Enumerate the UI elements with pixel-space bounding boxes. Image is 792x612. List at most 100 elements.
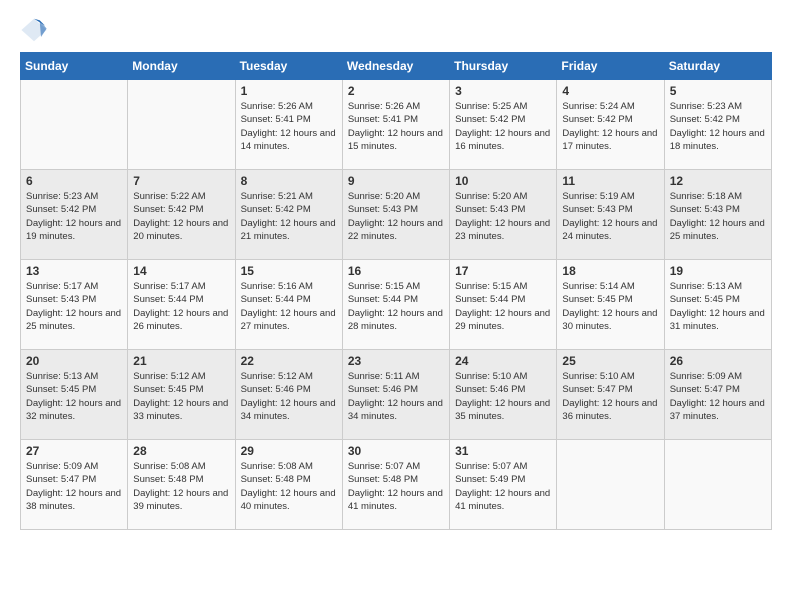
- logo: [20, 16, 52, 44]
- day-info: Sunrise: 5:10 AM Sunset: 5:47 PM Dayligh…: [562, 370, 658, 423]
- day-number: 11: [562, 174, 658, 188]
- calendar-cell: 31 Sunrise: 5:07 AM Sunset: 5:49 PM Dayli…: [450, 440, 557, 530]
- day-info: Sunrise: 5:15 AM Sunset: 5:44 PM Dayligh…: [348, 280, 444, 333]
- day-number: 13: [26, 264, 122, 278]
- day-info: Sunrise: 5:08 AM Sunset: 5:48 PM Dayligh…: [241, 460, 337, 513]
- calendar-cell: 17 Sunrise: 5:15 AM Sunset: 5:44 PM Dayli…: [450, 260, 557, 350]
- day-number: 3: [455, 84, 551, 98]
- day-number: 2: [348, 84, 444, 98]
- day-info: Sunrise: 5:25 AM Sunset: 5:42 PM Dayligh…: [455, 100, 551, 153]
- day-info: Sunrise: 5:11 AM Sunset: 5:46 PM Dayligh…: [348, 370, 444, 423]
- calendar-cell: 1 Sunrise: 5:26 AM Sunset: 5:41 PM Daylig…: [235, 80, 342, 170]
- calendar-cell: 26Sunrise: 5:09 AM Sunset: 5:47 PM Dayli…: [664, 350, 771, 440]
- day-info: Sunrise: 5:22 AM Sunset: 5:42 PM Dayligh…: [133, 190, 229, 243]
- weekday-header: Sunday: [21, 53, 128, 80]
- day-number: 10: [455, 174, 551, 188]
- calendar-cell: 12Sunrise: 5:18 AM Sunset: 5:43 PM Dayli…: [664, 170, 771, 260]
- calendar-body: 1 Sunrise: 5:26 AM Sunset: 5:41 PM Daylig…: [21, 80, 772, 530]
- day-number: 31: [455, 444, 551, 458]
- page-header: [20, 16, 772, 44]
- calendar-cell: 10Sunrise: 5:20 AM Sunset: 5:43 PM Dayli…: [450, 170, 557, 260]
- day-info: Sunrise: 5:17 AM Sunset: 5:44 PM Dayligh…: [133, 280, 229, 333]
- calendar-cell: 13 Sunrise: 5:17 AM Sunset: 5:43 PM Dayli…: [21, 260, 128, 350]
- calendar-cell: 16Sunrise: 5:15 AM Sunset: 5:44 PM Dayli…: [342, 260, 449, 350]
- day-number: 15: [241, 264, 337, 278]
- weekday-header: Saturday: [664, 53, 771, 80]
- day-info: Sunrise: 5:08 AM Sunset: 5:48 PM Dayligh…: [133, 460, 229, 513]
- calendar-cell: [664, 440, 771, 530]
- calendar-cell: 15 Sunrise: 5:16 AM Sunset: 5:44 PM Dayli…: [235, 260, 342, 350]
- calendar-cell: 19 Sunrise: 5:13 AM Sunset: 5:45 PM Dayli…: [664, 260, 771, 350]
- day-info: Sunrise: 5:24 AM Sunset: 5:42 PM Dayligh…: [562, 100, 658, 153]
- day-number: 18: [562, 264, 658, 278]
- day-number: 29: [241, 444, 337, 458]
- day-info: Sunrise: 5:21 AM Sunset: 5:42 PM Dayligh…: [241, 190, 337, 243]
- weekday-row: SundayMondayTuesdayWednesdayThursdayFrid…: [21, 53, 772, 80]
- weekday-header: Wednesday: [342, 53, 449, 80]
- calendar-table: SundayMondayTuesdayWednesdayThursdayFrid…: [20, 52, 772, 530]
- day-info: Sunrise: 5:12 AM Sunset: 5:45 PM Dayligh…: [133, 370, 229, 423]
- day-number: 30: [348, 444, 444, 458]
- calendar-cell: 14 Sunrise: 5:17 AM Sunset: 5:44 PM Dayli…: [128, 260, 235, 350]
- day-info: Sunrise: 5:16 AM Sunset: 5:44 PM Dayligh…: [241, 280, 337, 333]
- calendar-header: SundayMondayTuesdayWednesdayThursdayFrid…: [21, 53, 772, 80]
- weekday-header: Friday: [557, 53, 664, 80]
- calendar-cell: 9 Sunrise: 5:20 AM Sunset: 5:43 PM Daylig…: [342, 170, 449, 260]
- day-number: 25: [562, 354, 658, 368]
- weekday-header: Tuesday: [235, 53, 342, 80]
- calendar-cell: 22Sunrise: 5:12 AM Sunset: 5:46 PM Dayli…: [235, 350, 342, 440]
- calendar-cell: 20 Sunrise: 5:13 AM Sunset: 5:45 PM Dayli…: [21, 350, 128, 440]
- calendar-cell: 8 Sunrise: 5:21 AM Sunset: 5:42 PM Daylig…: [235, 170, 342, 260]
- calendar-cell: 21Sunrise: 5:12 AM Sunset: 5:45 PM Dayli…: [128, 350, 235, 440]
- calendar-cell: [21, 80, 128, 170]
- day-info: Sunrise: 5:07 AM Sunset: 5:49 PM Dayligh…: [455, 460, 551, 513]
- calendar-cell: 2 Sunrise: 5:26 AM Sunset: 5:41 PM Daylig…: [342, 80, 449, 170]
- day-info: Sunrise: 5:20 AM Sunset: 5:43 PM Dayligh…: [348, 190, 444, 243]
- calendar-cell: [557, 440, 664, 530]
- calendar-cell: 7 Sunrise: 5:22 AM Sunset: 5:42 PM Daylig…: [128, 170, 235, 260]
- day-info: Sunrise: 5:15 AM Sunset: 5:44 PM Dayligh…: [455, 280, 551, 333]
- day-info: Sunrise: 5:26 AM Sunset: 5:41 PM Dayligh…: [348, 100, 444, 153]
- day-number: 7: [133, 174, 229, 188]
- calendar-cell: 18 Sunrise: 5:14 AM Sunset: 5:45 PM Dayli…: [557, 260, 664, 350]
- day-info: Sunrise: 5:26 AM Sunset: 5:41 PM Dayligh…: [241, 100, 337, 153]
- calendar-cell: 11 Sunrise: 5:19 AM Sunset: 5:43 PM Dayli…: [557, 170, 664, 260]
- logo-icon: [20, 16, 48, 44]
- calendar-week: 13 Sunrise: 5:17 AM Sunset: 5:43 PM Dayli…: [21, 260, 772, 350]
- day-info: Sunrise: 5:07 AM Sunset: 5:48 PM Dayligh…: [348, 460, 444, 513]
- day-number: 12: [670, 174, 766, 188]
- day-number: 19: [670, 264, 766, 278]
- weekday-header: Thursday: [450, 53, 557, 80]
- calendar-cell: 30 Sunrise: 5:07 AM Sunset: 5:48 PM Dayli…: [342, 440, 449, 530]
- calendar-cell: 28 Sunrise: 5:08 AM Sunset: 5:48 PM Dayli…: [128, 440, 235, 530]
- day-info: Sunrise: 5:09 AM Sunset: 5:47 PM Dayligh…: [670, 370, 766, 423]
- calendar-cell: 29 Sunrise: 5:08 AM Sunset: 5:48 PM Dayli…: [235, 440, 342, 530]
- day-info: Sunrise: 5:19 AM Sunset: 5:43 PM Dayligh…: [562, 190, 658, 243]
- day-number: 24: [455, 354, 551, 368]
- calendar-week: 1 Sunrise: 5:26 AM Sunset: 5:41 PM Daylig…: [21, 80, 772, 170]
- day-number: 5: [670, 84, 766, 98]
- day-info: Sunrise: 5:10 AM Sunset: 5:46 PM Dayligh…: [455, 370, 551, 423]
- calendar-cell: 4Sunrise: 5:24 AM Sunset: 5:42 PM Daylig…: [557, 80, 664, 170]
- day-info: Sunrise: 5:23 AM Sunset: 5:42 PM Dayligh…: [26, 190, 122, 243]
- day-info: Sunrise: 5:13 AM Sunset: 5:45 PM Dayligh…: [670, 280, 766, 333]
- day-number: 14: [133, 264, 229, 278]
- day-number: 1: [241, 84, 337, 98]
- day-info: Sunrise: 5:17 AM Sunset: 5:43 PM Dayligh…: [26, 280, 122, 333]
- day-number: 28: [133, 444, 229, 458]
- day-number: 8: [241, 174, 337, 188]
- day-number: 20: [26, 354, 122, 368]
- day-number: 9: [348, 174, 444, 188]
- calendar-cell: 23Sunrise: 5:11 AM Sunset: 5:46 PM Dayli…: [342, 350, 449, 440]
- calendar-cell: 25 Sunrise: 5:10 AM Sunset: 5:47 PM Dayli…: [557, 350, 664, 440]
- calendar-cell: [128, 80, 235, 170]
- day-number: 17: [455, 264, 551, 278]
- calendar-week: 6Sunrise: 5:23 AM Sunset: 5:42 PM Daylig…: [21, 170, 772, 260]
- calendar-cell: 5 Sunrise: 5:23 AM Sunset: 5:42 PM Daylig…: [664, 80, 771, 170]
- day-info: Sunrise: 5:13 AM Sunset: 5:45 PM Dayligh…: [26, 370, 122, 423]
- calendar-week: 27Sunrise: 5:09 AM Sunset: 5:47 PM Dayli…: [21, 440, 772, 530]
- day-info: Sunrise: 5:14 AM Sunset: 5:45 PM Dayligh…: [562, 280, 658, 333]
- day-info: Sunrise: 5:23 AM Sunset: 5:42 PM Dayligh…: [670, 100, 766, 153]
- day-number: 22: [241, 354, 337, 368]
- calendar-cell: 6Sunrise: 5:23 AM Sunset: 5:42 PM Daylig…: [21, 170, 128, 260]
